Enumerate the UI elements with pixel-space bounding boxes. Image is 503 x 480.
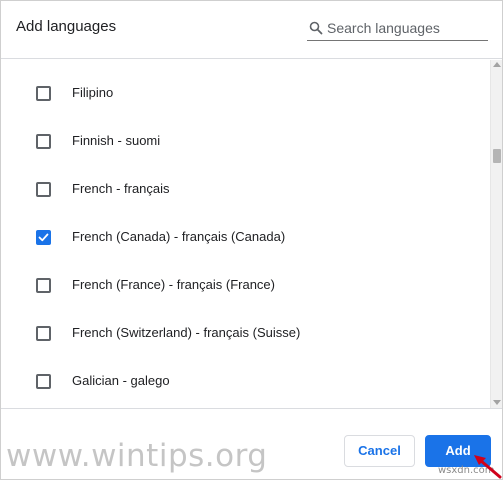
list-item-filipino[interactable]: Filipino (1, 69, 490, 117)
checkmark-icon (38, 233, 49, 242)
list-item-finnish[interactable]: Finnish - suomi (1, 117, 490, 165)
checkbox[interactable] (36, 374, 51, 389)
checkbox[interactable] (36, 326, 51, 341)
language-label: French (France) - français (France) (72, 277, 275, 292)
language-label: Filipino (72, 85, 114, 100)
watermark: www.wintips.org (6, 438, 268, 474)
dialog-title: Add languages (16, 18, 117, 35)
dialog-header: Add languages (1, 1, 502, 59)
search-input[interactable] (327, 17, 487, 39)
list-item-french-switzerland[interactable]: French (Switzerland) - français (Suisse) (1, 309, 490, 357)
language-label: French (Canada) - français (Canada) (72, 229, 286, 244)
scroll-thumb[interactable] (493, 149, 501, 163)
search-icon (309, 21, 323, 35)
language-label: Galician - galego (72, 373, 170, 388)
list-item-french-france[interactable]: French (France) - français (France) (1, 261, 490, 309)
arrow-pointer-icon (474, 455, 502, 479)
list-item-french-canada[interactable]: French (Canada) - français (Canada) (1, 213, 490, 261)
checkbox[interactable] (36, 182, 51, 197)
list-scrollbar[interactable] (490, 60, 502, 408)
language-list: Filipino Finnish - suomi French - frança… (1, 60, 490, 408)
checkbox[interactable] (36, 134, 51, 149)
checkbox-checked[interactable] (36, 230, 51, 245)
add-languages-dialog: Add languages Filipino Finnish - suomi F… (0, 0, 503, 480)
language-label: French - français (72, 181, 170, 196)
search-box[interactable] (307, 17, 488, 41)
language-label: Finnish - suomi (72, 133, 161, 148)
scroll-down-arrow-icon[interactable] (493, 400, 501, 405)
list-item-french[interactable]: French - français (1, 165, 490, 213)
checkbox[interactable] (36, 86, 51, 101)
scroll-up-arrow-icon[interactable] (493, 62, 501, 67)
language-label: French (Switzerland) - français (Suisse) (72, 325, 301, 340)
list-item-galician[interactable]: Galician - galego (1, 357, 490, 405)
checkbox[interactable] (36, 278, 51, 293)
cancel-button[interactable]: Cancel (344, 435, 415, 467)
